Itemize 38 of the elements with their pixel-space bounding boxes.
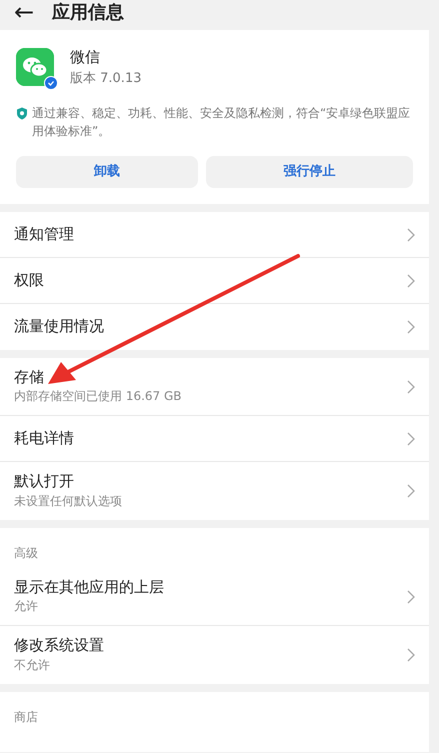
- certification-notice: 通过兼容、稳定、功耗、性能、安全及隐私检测，符合“安卓绿色联盟应用体验标准”。: [32, 105, 412, 140]
- item-title: 修改系统设置: [14, 636, 104, 656]
- chevron-icon: [407, 648, 415, 662]
- chevron-icon: [407, 380, 415, 394]
- item-subtitle: 内部存储空间已使用 16.67 GB: [14, 388, 182, 406]
- chevron-icon: [407, 320, 415, 334]
- app-version: 版本 7.0.13: [70, 70, 142, 88]
- shield-icon: [16, 107, 28, 120]
- item-subtitle: 不允许: [14, 656, 51, 674]
- item-subtitle: 允许: [14, 598, 39, 616]
- settings-item[interactable]: 通知管理: [0, 212, 429, 258]
- chevron-icon: [407, 432, 415, 446]
- settings-item[interactable]: 显示在其他应用的上层 允许: [0, 568, 429, 626]
- item-title: 存储: [14, 368, 45, 388]
- settings-item[interactable]: 权限: [0, 258, 429, 304]
- page-title: 应用信息: [52, 0, 124, 24]
- app-icon: [16, 48, 54, 86]
- chevron-icon: [407, 484, 415, 498]
- settings-item[interactable]: 修改系统设置 不允许: [0, 626, 429, 684]
- item-subtitle: 未设置任何默认选项: [14, 492, 122, 510]
- item-title: 耗电详情: [14, 428, 74, 448]
- settings-item[interactable]: 流量使用情况: [0, 304, 429, 350]
- section-heading: 高级: [13, 545, 39, 562]
- settings-item[interactable]: 默认打开 未设置任何默认选项: [0, 462, 429, 520]
- item-title: 通知管理: [14, 224, 74, 244]
- back-button[interactable]: ←: [14, 0, 34, 24]
- item-title: 权限: [14, 270, 44, 290]
- item-title: 显示在其他应用的上层: [14, 578, 164, 598]
- item-title: 流量使用情况: [14, 317, 104, 337]
- settings-item[interactable]: 耗电详情: [0, 416, 429, 462]
- item-title: 默认打开: [14, 472, 75, 492]
- chevron-icon: [407, 228, 415, 242]
- chevron-icon: [407, 274, 415, 288]
- force-stop-button[interactable]: 强行停止: [206, 156, 413, 188]
- uninstall-button[interactable]: 卸载: [16, 156, 198, 188]
- chevron-icon: [407, 590, 415, 604]
- section-heading: 商店: [13, 709, 39, 726]
- app-name: 微信: [70, 47, 101, 68]
